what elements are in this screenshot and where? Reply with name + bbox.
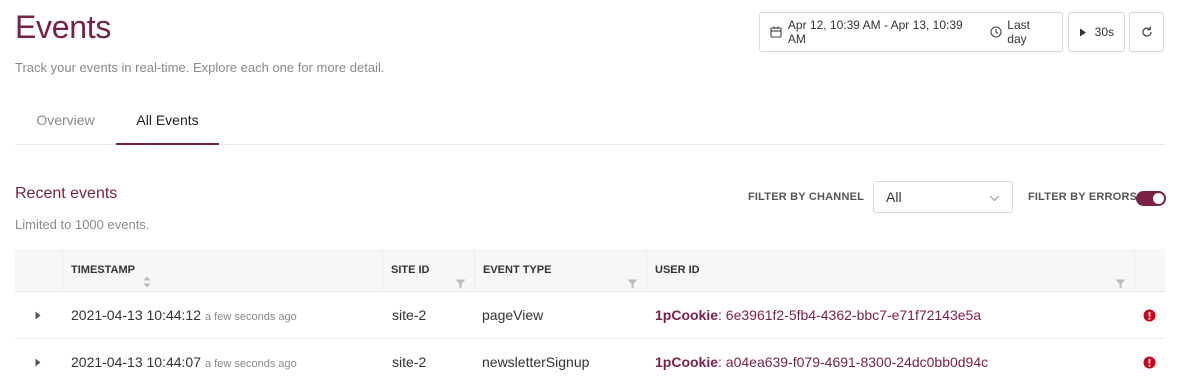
header-site-id-label: SITE ID [391,264,430,276]
date-range-text: Apr 12, 10:39 AM - Apr 13, 10:39 AM [787,18,963,46]
section-title: Recent events [15,185,118,202]
site-id-cell: site-2 [392,354,427,370]
tab-bar: Overview All Events [15,96,1165,145]
timestamp-relative: a few seconds ago [205,358,297,370]
timestamp-cell: 2021-04-13 10:44:07 a few seconds ago [71,339,297,385]
chevron-down-icon [989,189,1000,205]
range-preset-text: Last day [1007,18,1030,46]
tab-all-events[interactable]: All Events [116,96,219,145]
section-subtitle: Limited to 1000 events. [15,217,150,232]
header-timestamp[interactable]: TIMESTAMP [63,249,383,292]
user-id-value: : 6e3961f2-5fb4-4362-bbc7-e71f72143e5a [718,307,982,323]
header-event-type-label: EVENT TYPE [483,264,552,276]
event-type-cell: pageView [482,307,544,323]
timestamp-value: 2021-04-13 10:44:07 [71,354,201,370]
header-error-col [1135,249,1165,292]
header-event-type[interactable]: EVENT TYPE [475,249,647,292]
event-type-cell: newsletterSignup [482,354,590,370]
header-expand-col [15,249,63,292]
header-user-id-label: USER ID [655,264,700,276]
play-icon [1079,28,1087,37]
site-id-cell: site-2 [392,307,427,323]
table-header: TIMESTAMP SITE ID EVENT TYPE USER ID [15,249,1165,292]
user-id-cell: 1pCookie: 6e3961f2-5fb4-4362-bbc7-e71f72… [655,292,981,339]
table-row[interactable]: 2021-04-13 10:44:12 a few seconds ago sit… [15,292,1165,339]
header-timestamp-label: TIMESTAMP [71,264,135,276]
errors-toggle[interactable] [1136,191,1166,206]
refresh-button[interactable] [1129,12,1164,52]
timestamp-value: 2021-04-13 10:44:12 [71,307,201,323]
error-icon [1143,339,1157,385]
timestamp-cell: 2021-04-13 10:44:12 a few seconds ago [71,292,297,339]
toggle-knob [1153,193,1164,204]
user-id-key: 1pCookie [655,307,719,323]
filter-channel-label: FILTER BY CHANNEL [748,191,865,203]
user-id-key: 1pCookie [655,354,719,370]
clock-icon [990,26,1002,38]
refresh-interval-text: 30s [1094,25,1114,39]
events-table: TIMESTAMP SITE ID EVENT TYPE USER ID 202… [15,249,1165,385]
refresh-icon [1141,26,1153,38]
user-id-value: : a04ea639-f079-4691-8300-24dc0bb0d94c [718,354,989,370]
calendar-icon [770,26,782,38]
page-title: Events [15,9,112,45]
channel-select-value: All [886,189,902,205]
date-range-picker[interactable]: Apr 12, 10:39 AM - Apr 13, 10:39 AM Last… [759,12,1063,52]
error-icon [1143,292,1157,339]
expand-arrow-icon[interactable] [15,292,63,339]
tab-overview[interactable]: Overview [15,96,116,145]
table-row[interactable]: 2021-04-13 10:44:07 a few seconds ago sit… [15,339,1165,385]
auto-refresh-button[interactable]: 30s [1068,12,1125,52]
expand-arrow-icon[interactable] [15,339,63,385]
user-id-cell: 1pCookie: a04ea639-f079-4691-8300-24dc0b… [655,339,988,385]
header-user-id[interactable]: USER ID [647,249,1135,292]
filter-errors-label: FILTER BY ERRORS [1028,191,1138,203]
channel-select[interactable]: All [873,181,1013,213]
header-site-id[interactable]: SITE ID [383,249,475,292]
page-subtitle: Track your events in real-time. Explore … [15,60,385,75]
timestamp-relative: a few seconds ago [205,311,297,323]
